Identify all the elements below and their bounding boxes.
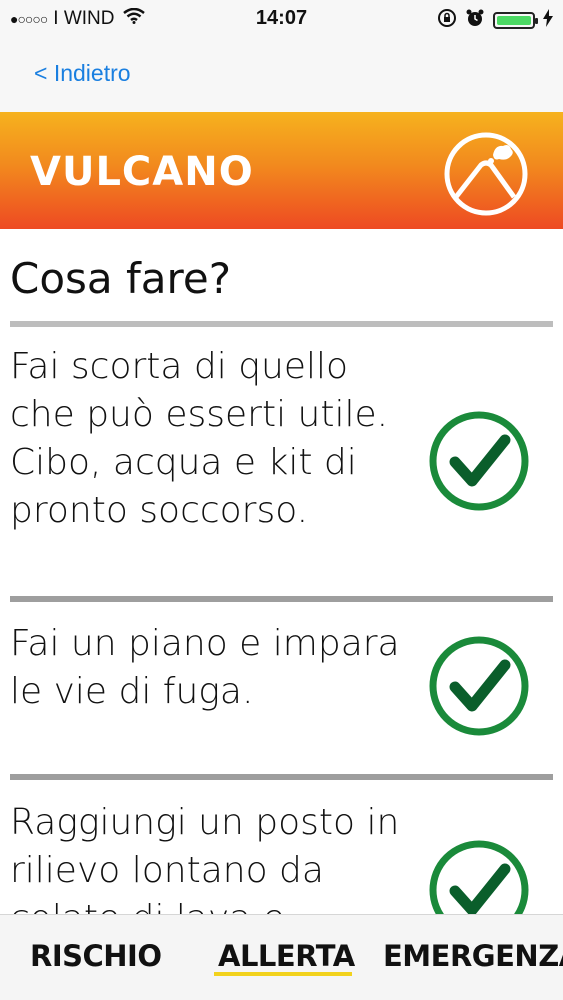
section-title: Cosa fare? [10,254,231,303]
battery-icon [493,12,538,29]
checkmark-icon [428,839,530,914]
tab-allerta[interactable]: ALLERTA [218,939,355,973]
list-item-text: Fai un piano e impara le vie di fuga. [10,623,400,712]
tab-bar: RISCHIO ALLERTA EMERGENZA [0,914,563,1000]
list-item-text: Raggiungi un posto in rilievo lontano da… [10,802,400,914]
back-button[interactable]: < Indietro [34,60,131,87]
volcano-logo-icon [443,131,529,221]
alarm-icon [465,8,485,33]
rotation-lock-icon [437,8,457,33]
checkmark-icon [428,635,530,741]
page-title: VULCANO [30,149,254,195]
divider [10,596,553,602]
content-area[interactable]: Cosa fare? Fai scorta di quello che può … [0,229,563,914]
list-item-text: Fai scorta di quello che può esserti uti… [10,346,389,531]
active-tab-indicator [214,972,352,976]
nav-bar: < Indietro [0,36,563,112]
checkmark-icon [428,410,530,516]
charging-icon [543,9,553,32]
status-right [437,8,553,33]
divider [10,321,553,327]
tab-emergenza[interactable]: EMERGENZA [383,939,563,973]
tab-rischio[interactable]: RISCHIO [30,939,162,973]
status-bar: ●○○○○ I WIND 14:07 [0,0,563,36]
divider [10,774,553,780]
